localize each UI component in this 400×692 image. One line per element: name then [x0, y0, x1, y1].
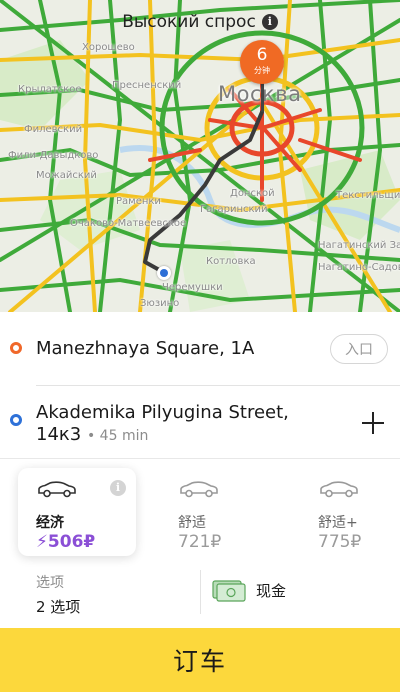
payment-label: 现金 [256, 581, 287, 600]
tariff-price: 721₽ [178, 532, 222, 552]
map-label: Раменки [116, 196, 161, 207]
tariff-name: 舒适 [178, 515, 206, 531]
map-label: Нагатино-Садовники [318, 262, 400, 273]
pickup-pin-stem [261, 84, 264, 112]
tariff-info-icon[interactable]: i [110, 480, 126, 496]
tariff-price: ⚡506₽ [36, 532, 96, 552]
payment-method-button[interactable]: 现金 [212, 578, 286, 602]
map-label: Фили-Давыдково [8, 150, 99, 161]
options-label: 选项 [36, 575, 64, 591]
map-label: Котловка [206, 256, 256, 267]
order-button[interactable]: 订车 [0, 628, 400, 692]
destination-address-row[interactable]: Akademika Pilyugina Street, 14к3 • 45 mi… [0, 386, 400, 458]
tariff-card-comfort[interactable]: 舒适 721₽ [160, 468, 278, 556]
city-label: Москва [218, 82, 302, 106]
tariff-name: 舒适+ [318, 515, 358, 531]
map-label: Можайский [36, 170, 97, 181]
map-view[interactable]: Хорошево Пресненский Крылатское Филевски… [0, 0, 400, 312]
surge-title: Высокий спрос [122, 12, 256, 32]
eta-unit: 分钟 [254, 66, 270, 75]
pickup-eta-pin[interactable]: 6 分钟 [240, 40, 284, 84]
destination-dot-icon [10, 414, 22, 426]
pickup-dot-icon [10, 342, 22, 354]
cash-icon [212, 580, 246, 602]
tariff-name: 经济 [36, 515, 64, 531]
eta-minutes: 6 [256, 45, 268, 65]
order-panel: Manezhnaya Square, 1A 入口 Akademika Pilyu… [0, 312, 400, 628]
surge-banner[interactable]: Высокий спрос i [0, 12, 400, 32]
map-label: Зюзино [140, 298, 180, 309]
car-comfort-plus-icon [320, 481, 358, 498]
destination-location-icon [157, 266, 171, 280]
info-icon[interactable]: i [261, 14, 278, 30]
map-label: Филевский [24, 124, 83, 135]
divider [0, 458, 400, 459]
pickup-address: Manezhnaya Square, 1A [36, 338, 255, 359]
car-economy-icon [38, 481, 76, 498]
tariff-card-economy[interactable]: i 经济 ⚡506₽ [18, 468, 136, 556]
map-label: Хорошево [82, 42, 135, 53]
map-label: Черемушки [162, 282, 223, 293]
add-stop-plus-icon[interactable] [362, 412, 384, 434]
options-button[interactable]: 选项 2 选项 [36, 572, 80, 617]
map-label: Нагатинский Затон [318, 240, 400, 251]
tariff-price: 775₽ [318, 532, 362, 552]
options-bar: 选项 2 选项 现金 [0, 566, 400, 626]
map-label: Очаково-Матвеевское [70, 218, 187, 229]
map-label: Донской [230, 188, 275, 199]
pickup-address-row[interactable]: Manezhnaya Square, 1A 入口 [0, 312, 400, 384]
map-label: Текстильщики [336, 190, 400, 201]
tariff-selector: i 经济 ⚡506₽ 舒适 721₽ 舒适+ 775₽ [0, 464, 400, 560]
tariff-card-comfort-plus[interactable]: 舒适+ 775₽ [300, 468, 400, 556]
destination-address-block: Akademika Pilyugina Street, 14к3 • 45 mi… [36, 402, 316, 447]
map-label: Крылатское [18, 84, 82, 95]
divider [200, 570, 201, 614]
destination-address: Akademika Pilyugina Street, 14к3 [36, 402, 289, 445]
map-label: Гагаринский [200, 204, 268, 215]
options-value: 2 选项 [36, 598, 81, 616]
entrance-button[interactable]: 入口 [330, 334, 388, 364]
destination-eta: • 45 min [86, 428, 149, 444]
car-comfort-icon [180, 481, 218, 498]
map-label: Пресненский [112, 80, 182, 91]
